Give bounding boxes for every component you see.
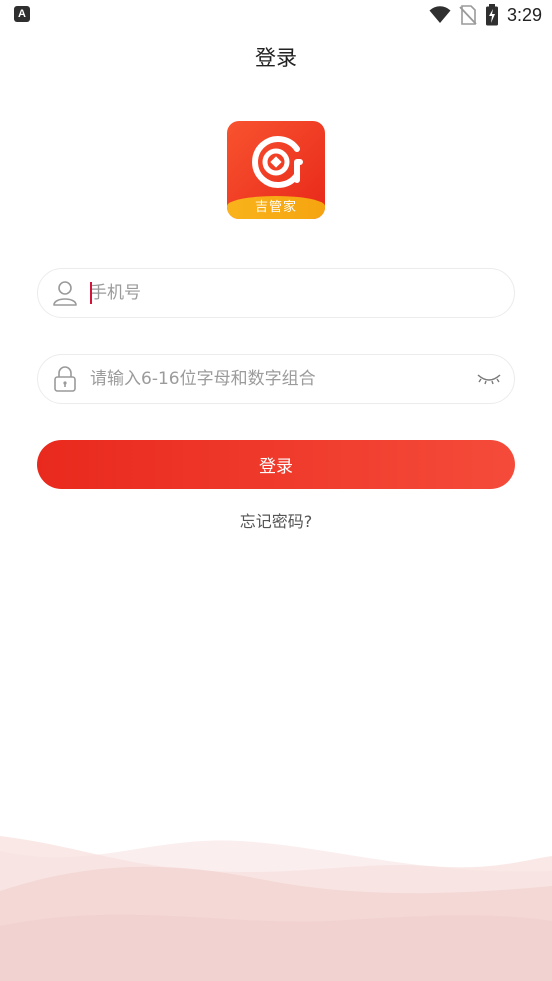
battery-charging-icon xyxy=(485,4,498,26)
page-title: 登录 xyxy=(255,46,297,70)
status-bar: A 3:29 xyxy=(0,0,552,30)
text-caret xyxy=(90,282,92,304)
status-icons: 3:29 xyxy=(429,3,542,27)
no-sim-icon xyxy=(459,5,477,25)
forgot-password-link[interactable]: 忘记密码? xyxy=(0,508,552,532)
login-button[interactable]: 登录 xyxy=(37,440,515,489)
phone-input[interactable] xyxy=(90,279,470,307)
lock-icon xyxy=(54,366,76,392)
logo-caption: 吉管家 xyxy=(227,196,325,219)
app-logo: 吉管家 xyxy=(227,121,325,219)
decorative-waves xyxy=(0,836,552,981)
eye-closed-icon[interactable] xyxy=(476,370,502,388)
password-field[interactable] xyxy=(37,354,515,404)
status-time: 3:29 xyxy=(506,4,542,25)
user-icon xyxy=(53,281,77,306)
notification-a-icon: A xyxy=(14,6,30,22)
wifi-icon xyxy=(429,6,451,23)
phone-field[interactable] xyxy=(37,268,515,318)
g-coin-logo-icon xyxy=(252,136,303,188)
password-input[interactable] xyxy=(90,365,470,393)
